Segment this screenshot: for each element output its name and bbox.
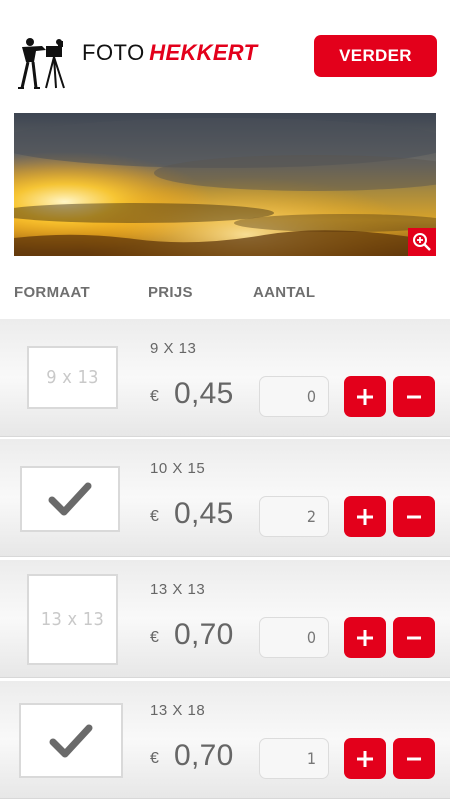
plus-icon (357, 629, 373, 646)
currency-symbol: € (150, 388, 159, 405)
increase-quantity-button[interactable] (344, 376, 386, 417)
minus-icon (407, 515, 421, 518)
column-header-format: FORMAAT (14, 284, 90, 301)
thumbnail-label: 9 x 13 (46, 367, 99, 388)
format-thumbnail[interactable]: 9 x 13 (27, 346, 118, 409)
next-button[interactable]: VERDER (314, 35, 437, 77)
increase-quantity-button[interactable] (344, 738, 386, 779)
currency-symbol: € (150, 750, 159, 767)
size-label: 10 X 15 (150, 460, 206, 477)
quantity-field[interactable]: 0 (259, 617, 329, 658)
format-row: 13 X 18 € 0,70 1 (0, 681, 450, 799)
plus-icon (357, 388, 373, 405)
decrease-quantity-button[interactable] (393, 376, 435, 417)
format-row: 9 x 13 9 X 13 € 0,45 0 (0, 319, 450, 437)
format-row: 13 x 13 13 X 13 € 0,70 0 (0, 560, 450, 678)
format-thumbnail[interactable] (19, 703, 123, 778)
quantity-field[interactable]: 0 (259, 376, 329, 417)
format-row: 10 X 15 € 0,45 2 (0, 439, 450, 557)
logo-brand-text: HEKKERT (149, 40, 258, 65)
size-label: 13 X 13 (150, 581, 206, 598)
minus-icon (407, 636, 421, 639)
price-value: 0,70 (174, 739, 234, 772)
currency-symbol: € (150, 629, 159, 646)
sunset-sky-image (14, 113, 436, 256)
zoom-button[interactable] (408, 228, 436, 256)
decrease-quantity-button[interactable] (393, 617, 435, 658)
size-label: 13 X 18 (150, 702, 206, 719)
app-header: FOTO HEKKERT VERDER (0, 0, 450, 108)
column-header-quantity: AANTAL (253, 284, 316, 301)
thumbnail-label: 13 x 13 (40, 609, 105, 630)
decrease-quantity-button[interactable] (393, 496, 435, 537)
minus-icon (407, 395, 421, 398)
quantity-field[interactable]: 2 (259, 496, 329, 537)
increase-quantity-button[interactable] (344, 617, 386, 658)
minus-icon (407, 757, 421, 760)
price-value: 0,70 (174, 618, 234, 651)
column-header-price: PRIJS (148, 284, 193, 301)
foto-hekkert-logo: FOTO HEKKERT (12, 32, 257, 90)
price-value: 0,45 (174, 377, 234, 410)
logo-wordmark: FOTO HEKKERT (82, 42, 257, 64)
checkmark-icon (48, 482, 92, 516)
plus-icon (357, 508, 373, 525)
size-label: 9 X 13 (150, 340, 197, 357)
increase-quantity-button[interactable] (344, 496, 386, 537)
currency-symbol: € (150, 508, 159, 525)
format-thumbnail[interactable]: 13 x 13 (27, 574, 118, 665)
format-thumbnail[interactable] (20, 466, 120, 532)
photographer-logo-icon (18, 38, 65, 89)
plus-icon (357, 750, 373, 767)
quantity-field[interactable]: 1 (259, 738, 329, 779)
decrease-quantity-button[interactable] (393, 738, 435, 779)
zoom-in-icon (413, 233, 431, 251)
photo-preview[interactable] (14, 113, 436, 256)
logo-foto-text: FOTO (82, 40, 145, 65)
price-value: 0,45 (174, 497, 234, 530)
checkmark-icon (49, 724, 93, 757)
